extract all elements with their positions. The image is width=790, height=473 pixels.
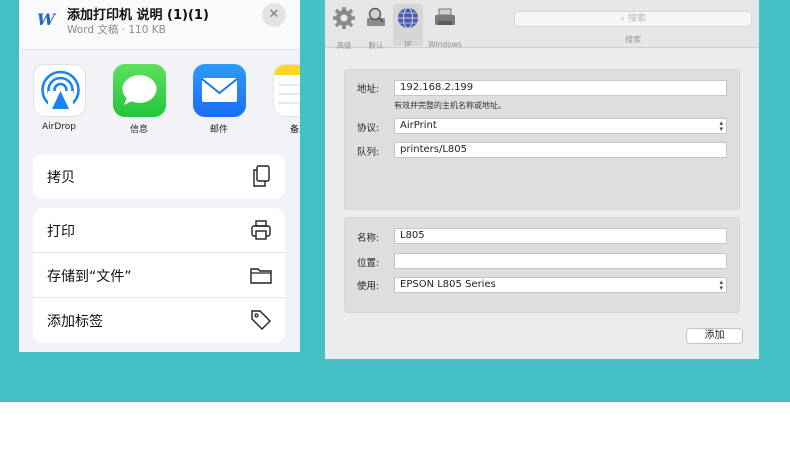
default-printer-icon — [367, 7, 385, 26]
toolbar-label-advanced: 高级 — [336, 41, 352, 50]
app-label-airdrop: AirDrop — [41, 122, 76, 132]
action-save-to-files[interactable]: 存储到“文件” — [33, 253, 285, 298]
action-label-add-tag: 添加标签 — [47, 314, 103, 330]
search-placeholder: 搜索 — [627, 14, 646, 24]
action-label-copy: 拷贝 — [47, 170, 75, 186]
app-airdrop[interactable]: AirDrop — [29, 64, 89, 132]
printer-icon — [251, 220, 271, 240]
location-label: 位置: — [357, 258, 380, 269]
toolbar-windows[interactable]: Windows — [425, 4, 465, 49]
gear-icon — [333, 7, 355, 29]
notes-icon — [272, 64, 300, 117]
name-field[interactable]: L805 — [394, 228, 727, 244]
address-hint: 有效并完整的主机名称或地址。 — [394, 101, 506, 110]
action-copy[interactable]: 拷贝 — [33, 154, 285, 199]
toolbar-label-ip: IP — [404, 40, 412, 49]
connection-panel: 地址: 192.168.2.199 有效并完整的主机名称或地址。 协议: Air… — [344, 69, 740, 210]
add-button[interactable]: 添加 — [686, 328, 743, 344]
location-field[interactable] — [394, 253, 727, 269]
tag-icon — [251, 310, 271, 330]
app-label-mail: 邮件 — [209, 125, 228, 135]
use-label: 使用: — [357, 281, 380, 292]
share-apps-row: AirDrop 信息 邮件 备 — [19, 62, 300, 142]
address-field[interactable]: 192.168.2.199 — [394, 80, 727, 96]
action-add-tag[interactable]: 添加标签 — [33, 298, 285, 343]
name-label: 名称: — [357, 233, 380, 244]
queue-label: 队列: — [357, 147, 380, 158]
action-group-main: 打印 存储到“文件” 添加标签 — [33, 208, 285, 343]
chevron-updown-icon: ▴ ▾ — [719, 278, 723, 292]
search-field[interactable]: ⌕ 搜索 — [514, 11, 752, 27]
chevron-updown-icon: ▴ ▾ — [719, 119, 723, 133]
messages-icon — [112, 64, 166, 117]
copy-icon — [253, 165, 270, 187]
windows-printer-icon — [435, 8, 455, 25]
toolbar-label-windows: Windows — [428, 40, 462, 49]
share-sheet-header: W 添加打印机 说明 (1)(1) Word 文稿 · 110 KB ✕ — [19, 0, 300, 50]
search-caption: 搜索 — [625, 35, 641, 44]
toolbar-advanced[interactable]: 高级 — [328, 4, 360, 50]
action-print[interactable]: 打印 — [33, 208, 285, 253]
close-button[interactable]: ✕ — [262, 3, 286, 27]
action-group-copy: 拷贝 — [33, 154, 285, 199]
mail-icon — [192, 64, 246, 117]
protocol-label: 协议: — [357, 123, 380, 134]
toolbar-default[interactable]: 默认 — [360, 4, 392, 50]
toolbar-label-default: 默认 — [368, 41, 384, 50]
driver-select[interactable]: EPSON L805 Series ▴ ▾ — [394, 277, 727, 293]
ios-share-sheet: W 添加打印机 说明 (1)(1) Word 文稿 · 110 KB ✕ Air… — [19, 0, 300, 352]
app-label-messages: 信息 — [129, 125, 148, 135]
protocol-value: AirPrint — [400, 120, 437, 131]
protocol-select[interactable]: AirPrint ▴ ▾ — [394, 118, 727, 134]
app-messages[interactable]: 信息 — [109, 64, 169, 135]
queue-field[interactable]: printers/L805 — [394, 142, 727, 158]
mac-add-printer-window: 高级 默认 IP Windows ⌕ 搜索 搜索 地址: 192.168.2.1… — [325, 0, 759, 359]
airdrop-icon — [32, 64, 86, 117]
app-notes[interactable]: 备忘 — [269, 64, 300, 135]
printer-info-panel: 名称: L805 位置: 使用: EPSON L805 Series ▴ ▾ — [344, 217, 740, 313]
address-label: 地址: — [357, 84, 380, 95]
action-label-save-to-files: 存储到“文件” — [47, 269, 132, 285]
globe-icon — [398, 7, 418, 29]
driver-value: EPSON L805 Series — [400, 279, 496, 290]
toolbar-ip[interactable]: IP — [393, 4, 423, 49]
app-mail[interactable]: 邮件 — [189, 64, 249, 135]
document-subtitle: Word 文稿 · 110 KB — [67, 24, 166, 36]
action-label-print: 打印 — [47, 224, 75, 240]
printer-toolbar: 高级 默认 IP Windows ⌕ 搜索 搜索 — [325, 0, 759, 50]
app-label-notes: 备忘 — [289, 125, 300, 135]
folder-icon — [250, 268, 272, 284]
word-document-icon: W — [37, 10, 55, 29]
document-title: 添加打印机 说明 (1)(1) — [67, 8, 209, 23]
